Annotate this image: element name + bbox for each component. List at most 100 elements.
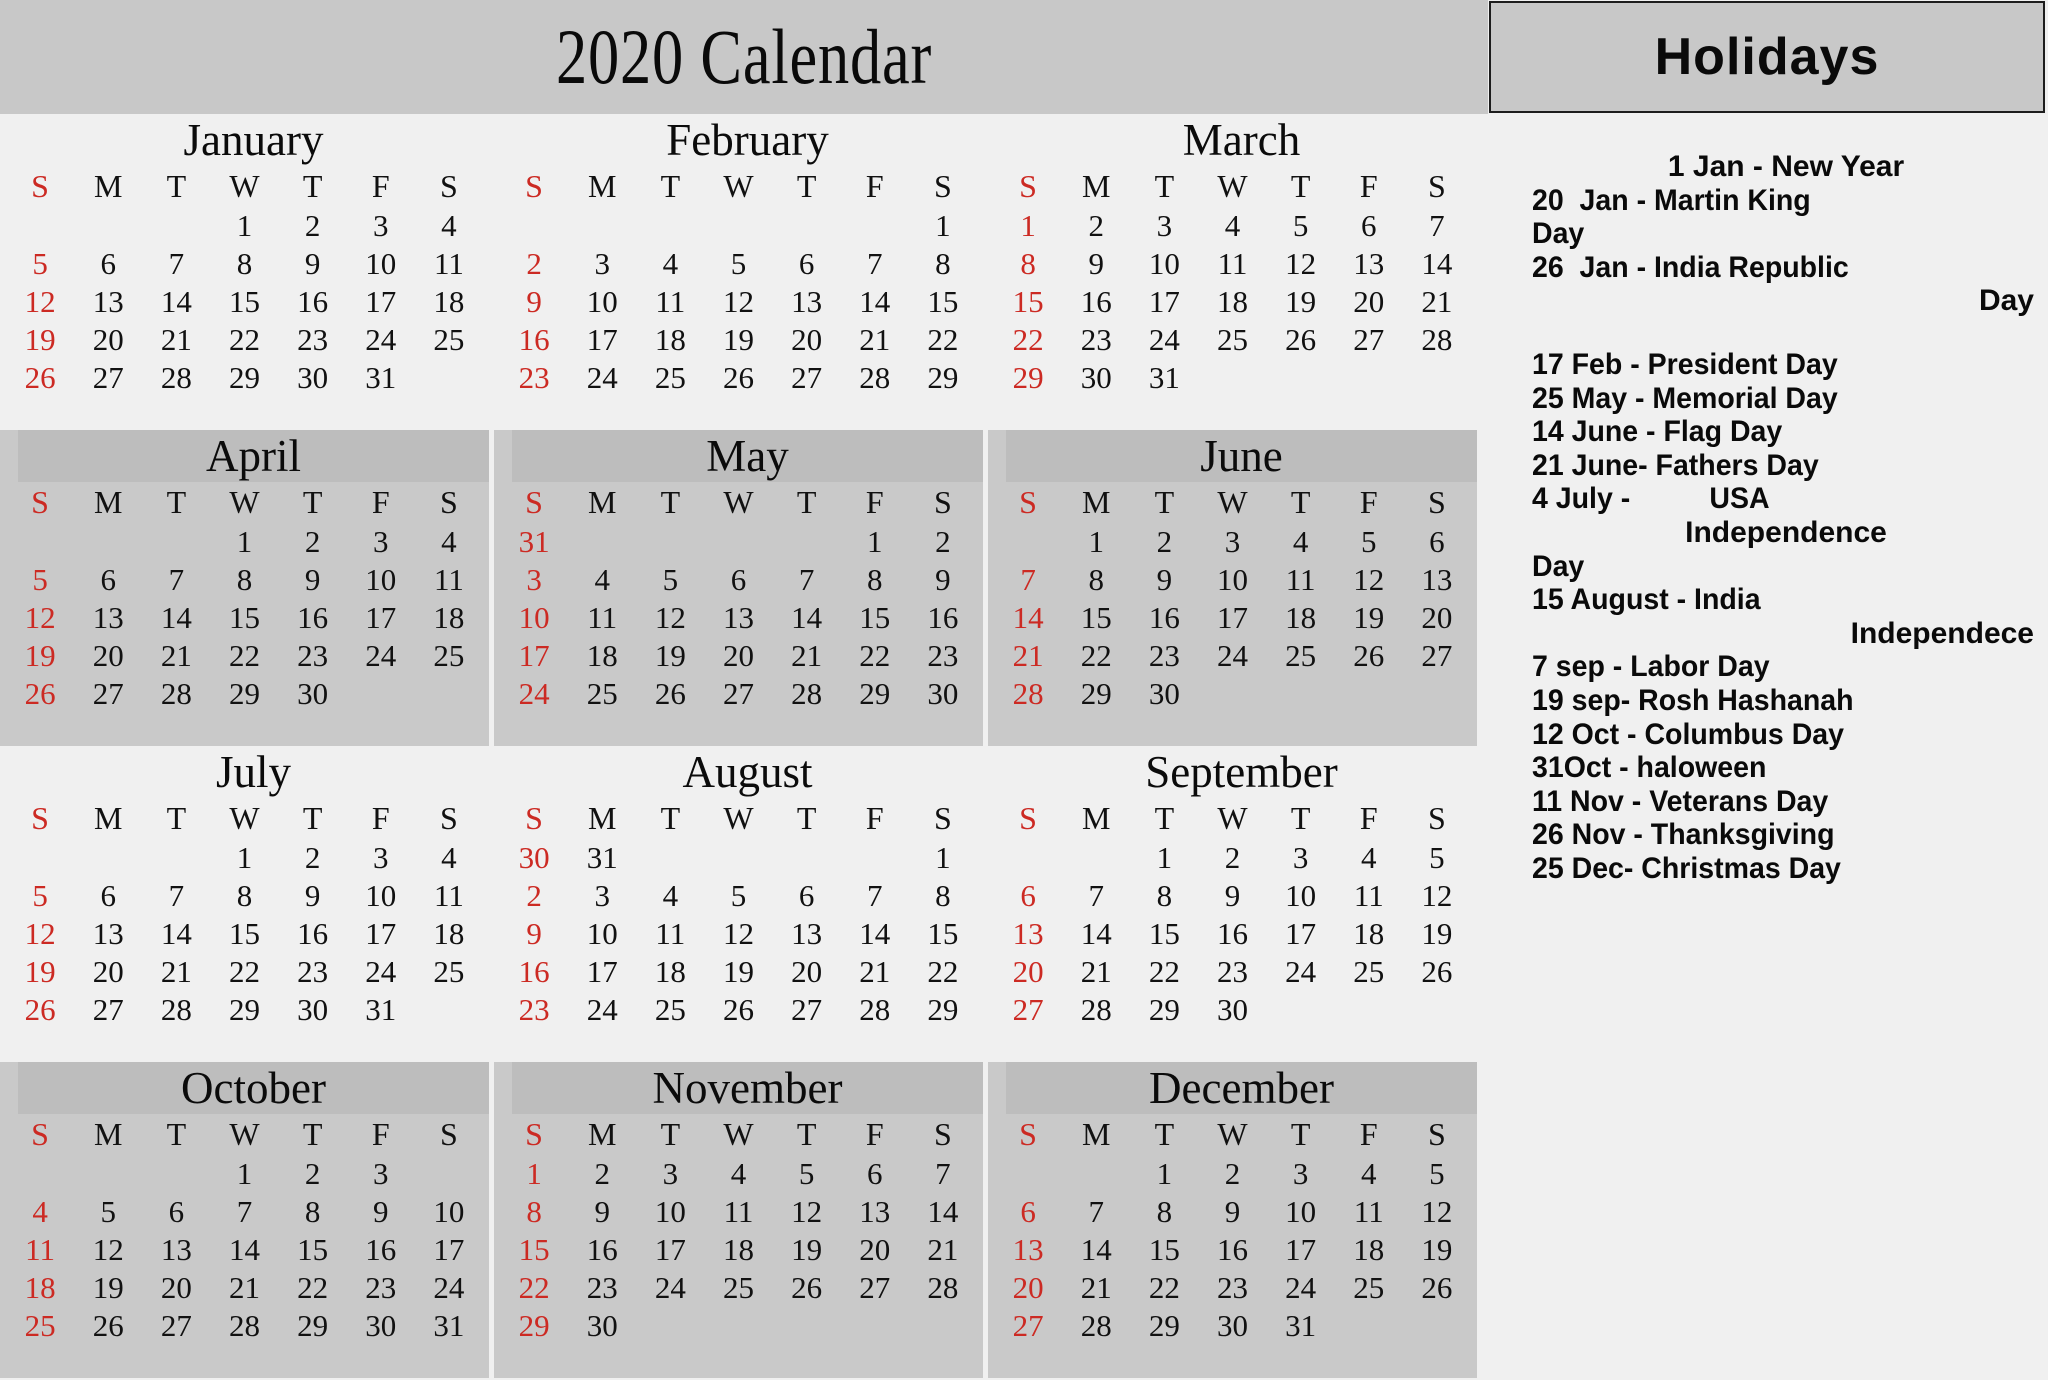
- day-cell[interactable]: 2: [279, 206, 347, 244]
- day-cell[interactable]: 29: [210, 674, 278, 712]
- day-cell[interactable]: 7: [773, 560, 841, 598]
- day-cell[interactable]: 20: [74, 320, 142, 358]
- day-cell[interactable]: 26: [6, 358, 74, 396]
- day-cell[interactable]: 23: [279, 952, 347, 990]
- day-cell[interactable]: 20: [704, 636, 772, 674]
- day-cell[interactable]: 17: [347, 598, 415, 636]
- day-cell[interactable]: 26: [6, 674, 74, 712]
- day-cell[interactable]: 7: [210, 1192, 278, 1230]
- day-cell[interactable]: 26: [636, 674, 704, 712]
- day-cell[interactable]: 24: [1130, 320, 1198, 358]
- day-cell[interactable]: 13: [841, 1192, 909, 1230]
- day-cell[interactable]: 30: [909, 674, 977, 712]
- day-cell[interactable]: 6: [74, 560, 142, 598]
- day-cell[interactable]: 4: [704, 1154, 772, 1192]
- day-cell[interactable]: 19: [773, 1230, 841, 1268]
- day-cell[interactable]: 5: [773, 1154, 841, 1192]
- day-cell[interactable]: 24: [347, 952, 415, 990]
- day-cell[interactable]: 23: [1198, 1268, 1266, 1306]
- day-cell[interactable]: 26: [704, 358, 772, 396]
- day-cell[interactable]: 18: [636, 952, 704, 990]
- day-cell[interactable]: 13: [142, 1230, 210, 1268]
- day-cell[interactable]: 13: [1335, 244, 1403, 282]
- day-cell[interactable]: 9: [1198, 876, 1266, 914]
- day-cell[interactable]: 9: [279, 560, 347, 598]
- day-cell[interactable]: 26: [704, 990, 772, 1028]
- day-cell[interactable]: 24: [347, 320, 415, 358]
- day-cell[interactable]: 8: [994, 244, 1062, 282]
- day-cell[interactable]: 10: [636, 1192, 704, 1230]
- day-cell[interactable]: 17: [1130, 282, 1198, 320]
- day-cell[interactable]: 5: [6, 244, 74, 282]
- day-cell[interactable]: 28: [142, 990, 210, 1028]
- day-cell[interactable]: 6: [1335, 206, 1403, 244]
- day-cell[interactable]: 26: [1335, 636, 1403, 674]
- day-cell[interactable]: 10: [1198, 560, 1266, 598]
- day-cell[interactable]: 30: [279, 674, 347, 712]
- day-cell[interactable]: 6: [704, 560, 772, 598]
- day-cell[interactable]: 13: [994, 1230, 1062, 1268]
- day-cell[interactable]: 18: [415, 598, 483, 636]
- day-cell[interactable]: 14: [909, 1192, 977, 1230]
- day-cell[interactable]: 12: [6, 282, 74, 320]
- day-cell[interactable]: 31: [500, 522, 568, 560]
- day-cell[interactable]: 27: [773, 990, 841, 1028]
- day-cell[interactable]: 19: [1335, 598, 1403, 636]
- day-cell[interactable]: 3: [347, 206, 415, 244]
- day-cell[interactable]: 10: [347, 560, 415, 598]
- day-cell[interactable]: 4: [415, 522, 483, 560]
- day-cell[interactable]: 18: [415, 914, 483, 952]
- day-cell[interactable]: 11: [1267, 560, 1335, 598]
- day-cell[interactable]: 1: [210, 1154, 278, 1192]
- day-cell[interactable]: 27: [704, 674, 772, 712]
- day-cell[interactable]: 23: [568, 1268, 636, 1306]
- day-cell[interactable]: 9: [347, 1192, 415, 1230]
- day-cell[interactable]: 20: [1335, 282, 1403, 320]
- day-cell[interactable]: 25: [636, 990, 704, 1028]
- day-cell[interactable]: 31: [347, 990, 415, 1028]
- day-cell[interactable]: 18: [704, 1230, 772, 1268]
- day-cell[interactable]: 12: [6, 598, 74, 636]
- day-cell[interactable]: 9: [279, 244, 347, 282]
- day-cell[interactable]: 7: [994, 560, 1062, 598]
- day-cell[interactable]: 11: [568, 598, 636, 636]
- day-cell[interactable]: 8: [1062, 560, 1130, 598]
- day-cell[interactable]: 2: [500, 244, 568, 282]
- day-cell[interactable]: 13: [74, 914, 142, 952]
- day-cell[interactable]: 16: [279, 914, 347, 952]
- day-cell[interactable]: 10: [500, 598, 568, 636]
- day-cell[interactable]: 24: [636, 1268, 704, 1306]
- day-cell[interactable]: 10: [568, 914, 636, 952]
- day-cell[interactable]: 16: [568, 1230, 636, 1268]
- day-cell[interactable]: 24: [1267, 1268, 1335, 1306]
- day-cell[interactable]: 20: [74, 636, 142, 674]
- day-cell[interactable]: 27: [994, 1306, 1062, 1344]
- day-cell[interactable]: 19: [1403, 1230, 1471, 1268]
- day-cell[interactable]: 23: [1062, 320, 1130, 358]
- day-cell[interactable]: 4: [6, 1192, 74, 1230]
- day-cell[interactable]: 2: [279, 1154, 347, 1192]
- day-cell[interactable]: 1: [210, 206, 278, 244]
- day-cell[interactable]: 10: [568, 282, 636, 320]
- day-cell[interactable]: 14: [1062, 1230, 1130, 1268]
- day-cell[interactable]: 18: [415, 282, 483, 320]
- day-cell[interactable]: 30: [1062, 358, 1130, 396]
- day-cell[interactable]: 22: [210, 952, 278, 990]
- day-cell[interactable]: 22: [1062, 636, 1130, 674]
- day-cell[interactable]: 13: [74, 598, 142, 636]
- day-cell[interactable]: 14: [994, 598, 1062, 636]
- day-cell[interactable]: 27: [1335, 320, 1403, 358]
- day-cell[interactable]: 8: [841, 560, 909, 598]
- day-cell[interactable]: 13: [994, 914, 1062, 952]
- day-cell[interactable]: 30: [1198, 990, 1266, 1028]
- day-cell[interactable]: 2: [1198, 1154, 1266, 1192]
- day-cell[interactable]: 27: [74, 990, 142, 1028]
- day-cell[interactable]: 25: [636, 358, 704, 396]
- day-cell[interactable]: 1: [210, 522, 278, 560]
- day-cell[interactable]: 29: [279, 1306, 347, 1344]
- day-cell[interactable]: 21: [841, 320, 909, 358]
- day-cell[interactable]: 11: [1335, 876, 1403, 914]
- day-cell[interactable]: 23: [500, 990, 568, 1028]
- day-cell[interactable]: 1: [210, 838, 278, 876]
- day-cell[interactable]: 17: [347, 914, 415, 952]
